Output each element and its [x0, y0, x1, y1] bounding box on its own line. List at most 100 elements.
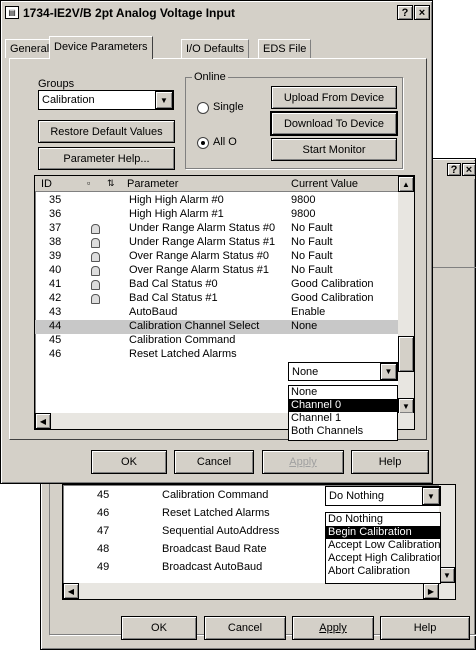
lock-icon [91, 266, 100, 276]
table-row[interactable]: 37 Under Range Alarm Status #0 No Fault [35, 222, 398, 236]
row-parameter: High High Alarm #0 [129, 194, 224, 206]
download-to-device-button[interactable]: Download To Device [270, 111, 398, 136]
back-command-dropdown[interactable]: Do Nothing ▼ [325, 486, 441, 506]
tab-io-defaults[interactable]: I/O Defaults [181, 39, 250, 58]
row-value: Good Calibration [291, 278, 374, 290]
dropdown-option[interactable]: Accept Low Calibration [326, 539, 440, 552]
back-apply-button[interactable]: Apply [292, 616, 374, 640]
dropdown-option[interactable]: Begin Calibration [326, 526, 440, 539]
row-value: 9800 [291, 194, 316, 206]
row-parameter: Calibration Command [129, 334, 236, 346]
groups-label: Groups [38, 78, 75, 90]
vertical-scrollbar[interactable] [398, 176, 414, 414]
table-row[interactable]: 43 AutoBaud Enable [35, 306, 398, 320]
row-value: No Fault [291, 264, 333, 276]
lock-icon [91, 238, 100, 248]
all-radio[interactable] [197, 137, 209, 149]
back-dropdown-value: Do Nothing [329, 490, 385, 502]
table-row[interactable]: 42 Bad Cal Status #1 Good Calibration [35, 292, 398, 306]
groups-value: Calibration [42, 94, 95, 106]
help-button[interactable]: ? [397, 5, 413, 20]
back-help-text-button[interactable]: Help [380, 616, 470, 640]
back-cancel-button[interactable]: Cancel [204, 616, 286, 640]
table-row[interactable]: 45 Calibration Command [35, 334, 398, 348]
row-parameter: Bad Cal Status #1 [129, 292, 218, 304]
channel-select-value: None [292, 366, 319, 378]
single-radio[interactable] [197, 102, 209, 114]
back-scroll-right-arrow[interactable]: ▶ [423, 583, 439, 599]
chevron-down-icon[interactable]: ▼ [422, 487, 440, 505]
table-row[interactable]: 41 Bad Cal Status #0 Good Calibration [35, 278, 398, 292]
channel-select-dropdown[interactable]: None ▼ [288, 362, 398, 381]
row-id: 36 [49, 208, 62, 220]
back-scroll-left-arrow[interactable]: ◀ [63, 583, 79, 599]
scroll-down-arrow[interactable]: ▼ [398, 398, 414, 414]
lock-icon [91, 252, 100, 262]
row-value: 9800 [291, 208, 316, 220]
back-horizontal-scrollbar[interactable] [63, 583, 455, 599]
table-row[interactable]: 46 Reset Latched Alarms [35, 348, 398, 362]
row-id: 44 [49, 320, 62, 332]
groups-dropdown[interactable]: Calibration ▼ [38, 90, 174, 110]
apply-button[interactable]: Apply [262, 450, 344, 474]
header-parameter[interactable]: Parameter [127, 178, 178, 190]
row-parameter: Over Range Alarm Status #0 [129, 250, 270, 262]
back-close-button[interactable]: × [462, 163, 476, 176]
dropdown-option[interactable]: Do Nothing [326, 513, 440, 526]
header-id[interactable]: ID [41, 178, 52, 190]
close-button[interactable]: × [414, 5, 430, 20]
row-value: No Fault [291, 250, 333, 262]
dropdown-option[interactable]: Channel 0 [289, 399, 397, 412]
row-value: Good Calibration [291, 292, 374, 304]
scroll-up-arrow[interactable]: ▲ [398, 176, 414, 192]
scroll-left-arrow[interactable]: ◀ [35, 413, 51, 429]
scroll-thumb[interactable] [398, 336, 414, 372]
table-row[interactable]: 36 High High Alarm #1 9800 [35, 208, 398, 222]
lock-icon [91, 294, 100, 304]
back-help-button[interactable]: ? [447, 163, 461, 176]
header-lock-icon: ▫ [87, 178, 91, 188]
row-id: 46 [97, 507, 110, 519]
back-dropdown-list[interactable]: Do Nothing Begin Calibration Accept Low Ca… [325, 512, 441, 584]
table-row[interactable]: 40 Over Range Alarm Status #1 No Fault [35, 264, 398, 278]
dropdown-option[interactable]: None [289, 386, 397, 399]
chevron-down-icon[interactable]: ▼ [380, 363, 397, 380]
row-id: 38 [49, 236, 62, 248]
upload-from-device-button[interactable]: Upload From Device [271, 86, 397, 109]
channel-select-list[interactable]: None Channel 0 Channel 1 Both Channels [288, 385, 398, 441]
restore-defaults-button[interactable]: Restore Default Values [38, 120, 175, 143]
parameter-help-button[interactable]: Parameter Help... [38, 147, 175, 170]
row-id: 48 [97, 543, 110, 555]
table-row[interactable]: 44 Calibration Channel Select None [35, 320, 398, 334]
cancel-button[interactable]: Cancel [174, 450, 254, 474]
header-current-value[interactable]: Current Value [291, 178, 358, 190]
row-value: No Fault [291, 236, 333, 248]
row-id: 41 [49, 278, 62, 290]
row-parameter: Under Range Alarm Status #0 [129, 222, 276, 234]
online-label: Online [192, 71, 228, 83]
row-parameter: Reset Latched Alarms [129, 348, 237, 360]
dropdown-option[interactable]: Channel 1 [289, 412, 397, 425]
dropdown-option[interactable]: Abort Calibration [326, 565, 440, 578]
header-sort-icon: ⇅ [107, 178, 115, 188]
row-parameter: Over Range Alarm Status #1 [129, 264, 270, 276]
row-id: 43 [49, 306, 62, 318]
single-radio-label: Single [213, 101, 244, 113]
lock-icon [91, 280, 100, 290]
tab-device-parameters[interactable]: Device Parameters [49, 36, 153, 59]
back-ok-button[interactable]: OK [121, 616, 197, 640]
back-scroll-down-arrow[interactable]: ▼ [439, 567, 455, 583]
dropdown-option[interactable]: Both Channels [289, 425, 397, 438]
ok-button[interactable]: OK [91, 450, 167, 474]
tab-general[interactable]: General [5, 39, 55, 58]
table-row[interactable]: 39 Over Range Alarm Status #0 No Fault [35, 250, 398, 264]
chevron-down-icon[interactable]: ▼ [155, 91, 173, 109]
help-text-button[interactable]: Help [351, 450, 429, 474]
start-monitor-button[interactable]: Start Monitor [271, 138, 397, 161]
tab-eds-file[interactable]: EDS File [258, 39, 312, 58]
dropdown-option[interactable]: Accept High Calibration [326, 552, 440, 565]
table-row[interactable]: 38 Under Range Alarm Status #1 No Fault [35, 236, 398, 250]
row-id: 40 [49, 264, 62, 276]
row-parameter: Bad Cal Status #0 [129, 278, 218, 290]
table-row[interactable]: 35 High High Alarm #0 9800 [35, 194, 398, 208]
